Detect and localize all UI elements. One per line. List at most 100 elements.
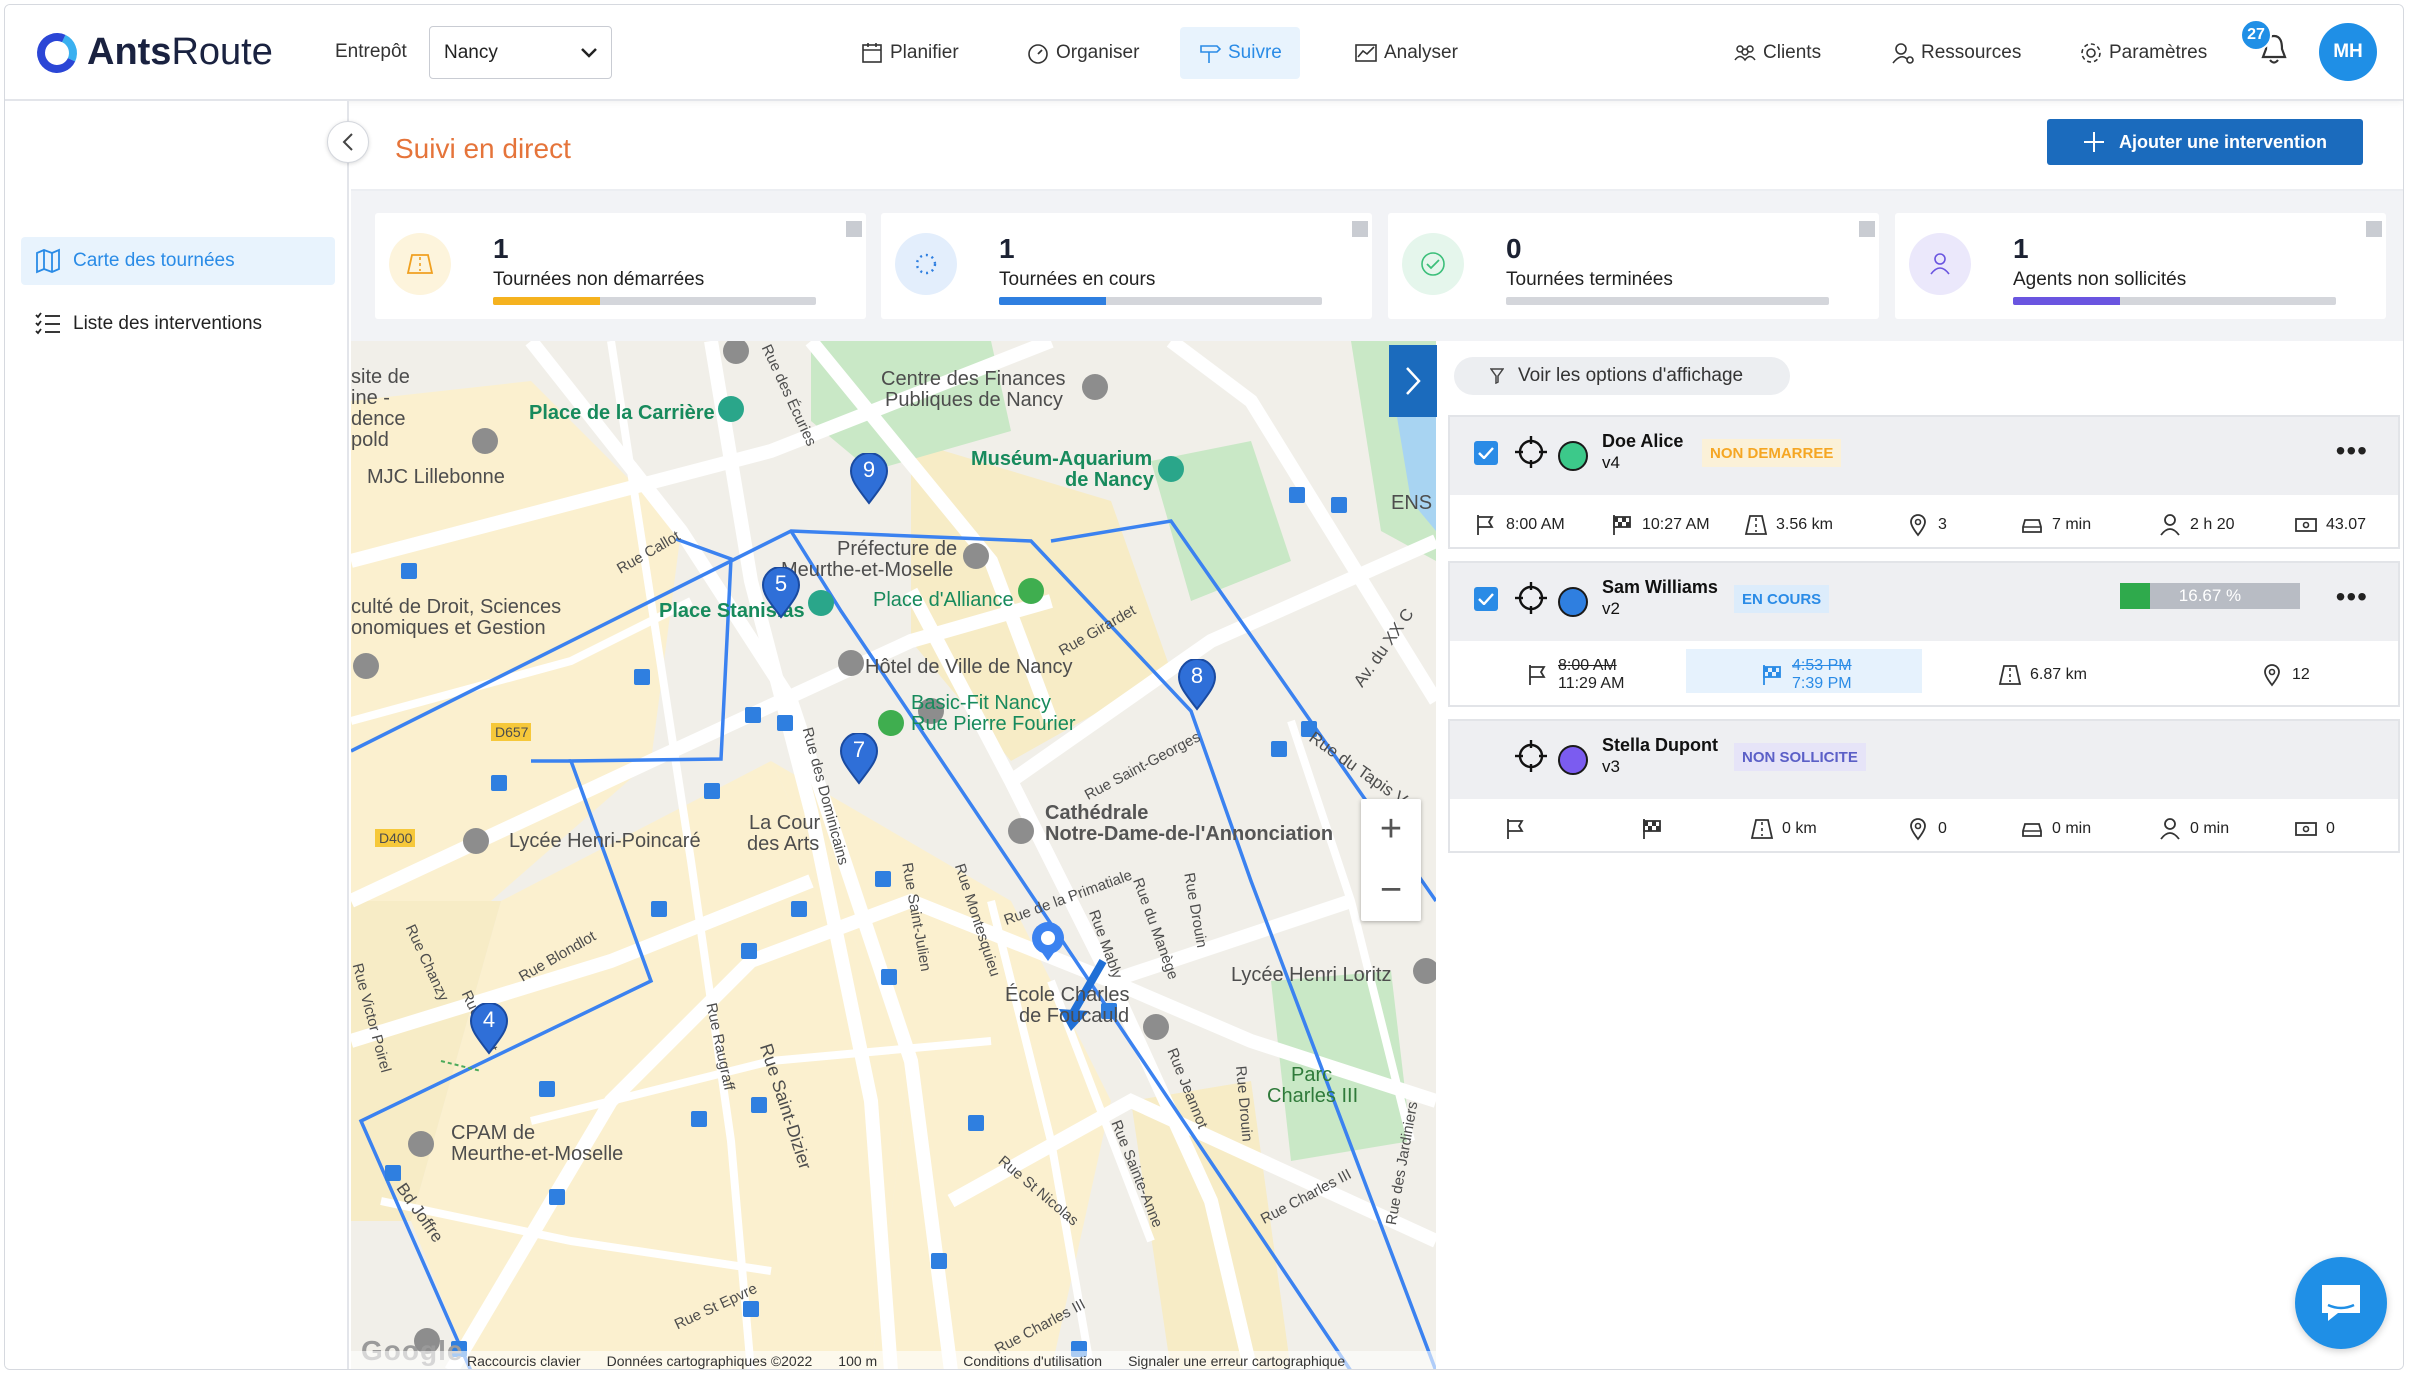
nav-parametres-label: Paramètres	[2109, 42, 2208, 63]
crosshair-icon[interactable]	[1514, 739, 1548, 773]
tour-agent-name: Doe Alice	[1602, 431, 1684, 451]
sidebar-collapse-button[interactable]	[327, 121, 369, 163]
users-icon	[1734, 45, 1756, 62]
stat-label: Tournées en cours	[999, 269, 1156, 290]
stat-card-finished[interactable]: 0 Tournées terminées	[1388, 213, 1879, 319]
location-pin-icon	[1910, 818, 1926, 841]
metric-cost-value: 0	[2326, 820, 2335, 837]
metric-drive-value: 0 min	[2052, 820, 2092, 837]
map-label: de Foucauld	[1019, 1005, 1130, 1027]
checkered-flag-icon	[1763, 665, 1781, 685]
map-label: Charles III	[1267, 1085, 1359, 1107]
status-badge: NON DEMARREE	[1702, 439, 1842, 467]
map-label: pold	[351, 429, 389, 451]
tour-card[interactable]: Sam Williams v2 EN COURS 16.67 % ••• 8:0…	[1448, 561, 2400, 707]
metric-distance-value: 6.87 km	[2030, 666, 2087, 683]
nav-suivre[interactable]: Suivre	[1180, 27, 1300, 79]
map-pin[interactable]: 5	[761, 566, 801, 619]
logo-icon	[31, 26, 83, 79]
tour-card[interactable]: Stella Dupont v3 NON SOLLICITE 0 km 0 0 …	[1448, 719, 2400, 853]
metric-drive-value: 7 min	[2052, 516, 2092, 533]
map-footer: Raccourcis clavier Données cartographiqu…	[351, 1351, 1436, 1369]
crosshair-icon[interactable]	[1514, 435, 1548, 469]
map-pin[interactable]: 4	[469, 1002, 509, 1055]
crosshair-icon[interactable]	[1514, 581, 1548, 615]
metric-stops: 0	[1906, 817, 1947, 841]
sidebar-item-liste[interactable]: Liste des interventions	[21, 300, 335, 348]
signpost-icon	[1200, 45, 1222, 63]
loading-icon	[895, 233, 957, 295]
nav-analyser[interactable]: Analyser	[1336, 27, 1476, 79]
map-label: Lycée Henri Loritz	[1231, 964, 1392, 986]
nav-organiser[interactable]: Organiser	[1008, 27, 1157, 79]
avatar[interactable]: MH	[2319, 23, 2377, 81]
map-report-link[interactable]: Signaler une erreur cartographique	[1128, 1353, 1345, 1369]
stat-value: 1	[999, 233, 1015, 264]
metric-duration-value: 0 min	[2190, 820, 2230, 837]
stat-progress-fill	[999, 297, 1106, 305]
map[interactable]: site de ine - dence pold Place de la Car…	[351, 341, 1436, 1369]
panel-toggle-button[interactable]	[1389, 345, 1437, 417]
tour-checkbox[interactable]	[1474, 441, 1498, 465]
map-label: Rue Pierre Fourier	[911, 713, 1076, 735]
more-options-button[interactable]: •••	[2336, 435, 2368, 467]
add-intervention-button[interactable]: Ajouter une intervention	[2047, 119, 2363, 165]
display-options-button[interactable]: Voir les options d'affichage	[1454, 357, 1790, 395]
logo[interactable]: AntsRoute	[31, 26, 273, 79]
map-pin[interactable]: 8	[1177, 658, 1217, 711]
list-icon	[35, 312, 60, 335]
chat-button[interactable]	[2295, 1257, 2387, 1349]
page-title: Suivi en direct	[395, 133, 571, 164]
checkered-flag-icon	[1613, 515, 1631, 535]
tour-card[interactable]: Doe Alice v4 NON DEMARREE ••• 8:00 AM 10…	[1448, 415, 2400, 549]
stat-card-not-started[interactable]: 1 Tournées non démarrées	[375, 213, 866, 319]
nav-ressources[interactable]: Ressources	[1873, 27, 2039, 79]
warehouse-select[interactable]: Nancy	[429, 26, 612, 79]
brand-name-light: Route	[171, 31, 273, 73]
metric-end: 4:53 PM 7:39 PM	[1760, 657, 1852, 693]
metric-drive-time: 0 min	[2020, 817, 2091, 841]
map-label: onomiques et Gestion	[351, 617, 546, 639]
nav-parametres[interactable]: Paramètres	[2061, 27, 2225, 79]
tour-checkbox[interactable]	[1474, 587, 1498, 611]
map-shortcuts-link[interactable]: Raccourcis clavier	[467, 1353, 581, 1369]
tours-panel: Voir les options d'affichage Doe Alice v…	[1436, 341, 2403, 1369]
zoom-in-button[interactable]: +	[1361, 799, 1421, 860]
stat-corner-marker	[1352, 221, 1368, 237]
display-options-label: Voir les options d'affichage	[1518, 365, 1744, 386]
metric-drive-time: 7 min	[2020, 513, 2091, 537]
status-badge: EN COURS	[1734, 585, 1830, 613]
metric-distance-value: 0 km	[1782, 820, 1817, 837]
tour-agent-name: Sam Williams	[1602, 577, 1718, 597]
map-terms-link[interactable]: Conditions d'utilisation	[963, 1353, 1102, 1369]
sidebar-item-carte-label: Carte des tournées	[73, 250, 235, 271]
stat-corner-marker	[1859, 221, 1875, 237]
metric-cost-value: 43.07	[2326, 516, 2367, 533]
map-label: Publiques de Nancy	[885, 389, 1063, 411]
user-icon	[1909, 233, 1971, 295]
nav-planifier[interactable]: Planifier	[842, 27, 977, 79]
map-pin-number: 9	[862, 457, 876, 482]
nav-clients-label: Clients	[1763, 42, 1822, 63]
stat-corner-marker	[846, 221, 862, 237]
map-pin[interactable]: 9	[849, 452, 889, 505]
flag-icon	[1529, 665, 1546, 685]
more-options-button[interactable]: •••	[2336, 581, 2368, 613]
map-pin[interactable]: 7	[839, 732, 879, 785]
map-scale[interactable]: 100 m	[838, 1353, 877, 1369]
user-icon	[2160, 818, 2180, 840]
tour-color-dot	[1558, 587, 1588, 617]
map-pin-number: 7	[852, 737, 866, 762]
calendar-icon	[862, 43, 882, 63]
stat-card-in-progress[interactable]: 1 Tournées en cours	[881, 213, 1372, 319]
tour-card-header: Stella Dupont v3 NON SOLLICITE	[1450, 721, 2398, 799]
nav-clients[interactable]: Clients	[1715, 27, 1839, 79]
stat-progress	[999, 297, 1322, 305]
stat-label: Tournées non démarrées	[493, 269, 705, 290]
metric-distance: 3.56 km	[1744, 513, 1833, 537]
map-label: Meurthe-et-Moselle	[451, 1143, 624, 1165]
sidebar-item-carte[interactable]: Carte des tournées	[21, 237, 335, 285]
zoom-out-button[interactable]: −	[1361, 860, 1421, 921]
stat-card-agents-idle[interactable]: 1 Agents non sollicités	[1895, 213, 2386, 319]
metric-duration: 0 min	[2158, 817, 2229, 841]
